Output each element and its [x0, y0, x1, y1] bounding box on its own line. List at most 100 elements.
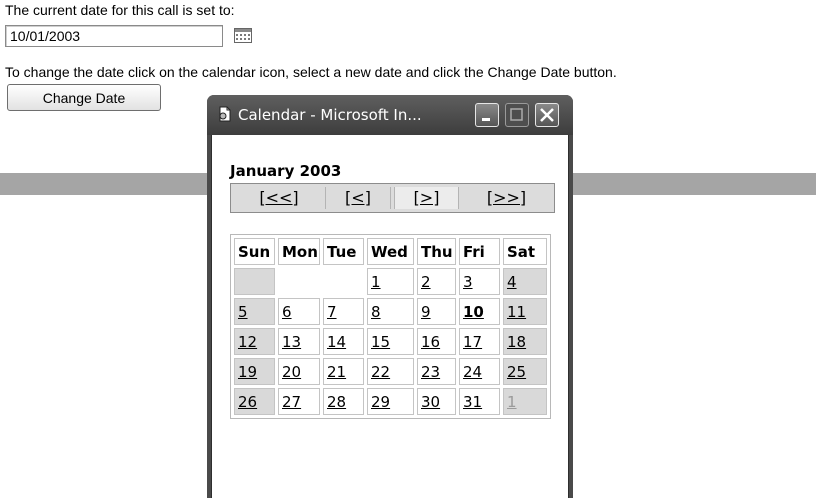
- close-button[interactable]: [535, 103, 559, 127]
- day-link[interactable]: 14: [327, 333, 346, 351]
- day-link[interactable]: 20: [282, 363, 301, 381]
- day-link[interactable]: 31: [463, 393, 482, 411]
- day-link[interactable]: 13: [282, 333, 301, 351]
- calendar-day-cell[interactable]: 10: [459, 298, 500, 325]
- day-link[interactable]: 28: [327, 393, 346, 411]
- day-link[interactable]: 8: [371, 303, 381, 321]
- calendar-week-row: 5 6 7 8 9 10 11: [234, 298, 547, 325]
- calendar-day-cell[interactable]: 29: [367, 388, 414, 415]
- day-link[interactable]: 3: [463, 273, 473, 291]
- prev-month-link[interactable]: [<]: [326, 187, 391, 209]
- day-link[interactable]: 30: [421, 393, 440, 411]
- calendar-day-cell[interactable]: 27: [278, 388, 320, 415]
- day-link[interactable]: 26: [238, 393, 257, 411]
- day-link[interactable]: 23: [421, 363, 440, 381]
- calendar-day-cell[interactable]: 24: [459, 358, 500, 385]
- date-field[interactable]: [5, 25, 223, 47]
- calendar-icon[interactable]: [234, 28, 252, 43]
- calendar-day-cell[interactable]: 1: [367, 268, 414, 295]
- calendar-day-cell[interactable]: 16: [417, 328, 456, 355]
- day-link[interactable]: 24: [463, 363, 482, 381]
- calendar-day-cell[interactable]: 4: [503, 268, 547, 295]
- month-navigation: [<<] [<] [>] [>>]: [230, 183, 555, 213]
- calendar-day-cell[interactable]: 15: [367, 328, 414, 355]
- calendar-content: January 2003 [<<] [<] [>] [>>] Sun Mon Tue…: [211, 135, 569, 498]
- calendar-day-cell[interactable]: 6: [278, 298, 320, 325]
- weekday-header: Thu: [417, 238, 456, 265]
- day-link[interactable]: 16: [421, 333, 440, 351]
- weekday-header: Tue: [323, 238, 364, 265]
- calendar-day-cell[interactable]: 26: [234, 388, 275, 415]
- calendar-day-cell[interactable]: 18: [503, 328, 547, 355]
- window-titlebar[interactable]: Calendar - Microsoft In...: [207, 95, 573, 135]
- day-link[interactable]: 22: [371, 363, 390, 381]
- day-link[interactable]: 21: [327, 363, 346, 381]
- calendar-day-cell[interactable]: 12: [234, 328, 275, 355]
- calendar-day-cell[interactable]: 30: [417, 388, 456, 415]
- day-link[interactable]: 7: [327, 303, 337, 321]
- calendar-day-cell[interactable]: 23: [417, 358, 456, 385]
- calendar-day-cell[interactable]: 20: [278, 358, 320, 385]
- day-link[interactable]: 6: [282, 303, 292, 321]
- browser-page-icon: [217, 106, 233, 122]
- weekday-header: Mon: [278, 238, 320, 265]
- change-date-button[interactable]: Change Date: [7, 84, 161, 111]
- day-link[interactable]: 19: [238, 363, 257, 381]
- calendar-day-cell[interactable]: 1: [503, 388, 547, 415]
- calendar-day-cell[interactable]: 31: [459, 388, 500, 415]
- day-link[interactable]: 4: [507, 273, 517, 291]
- calendar-day-cell[interactable]: 22: [367, 358, 414, 385]
- calendar-day-cell[interactable]: 8: [367, 298, 414, 325]
- calendar-day-cell[interactable]: 14: [323, 328, 364, 355]
- calendar-grid: Sun Mon Tue Wed Thu Fri Sat 1 2 3 4 5 6 7 8 9 10 11 12 13 1…: [230, 234, 551, 419]
- weekday-header: Fri: [459, 238, 500, 265]
- calendar-day-cell[interactable]: 5: [234, 298, 275, 325]
- window-title: Calendar - Microsoft In...: [238, 106, 422, 124]
- weekday-header: Sun: [234, 238, 275, 265]
- prev-year-link[interactable]: [<<]: [233, 187, 326, 209]
- maximize-icon: [510, 108, 523, 121]
- day-link[interactable]: 12: [238, 333, 257, 351]
- day-link[interactable]: 9: [421, 303, 431, 321]
- calendar-day-cell[interactable]: 25: [503, 358, 547, 385]
- next-year-link[interactable]: [>>]: [461, 187, 552, 209]
- minimize-button[interactable]: [475, 103, 499, 127]
- day-link[interactable]: 15: [371, 333, 390, 351]
- calendar-day-cell: [278, 268, 320, 295]
- calendar-day-cell[interactable]: 28: [323, 388, 364, 415]
- weekday-header: Sat: [503, 238, 547, 265]
- calendar-day-cell: [234, 268, 275, 295]
- date-prompt-label: The current date for this call is set to…: [5, 2, 235, 18]
- divider-bar-left: [0, 173, 210, 195]
- calendar-day-cell: [323, 268, 364, 295]
- calendar-day-cell[interactable]: 2: [417, 268, 456, 295]
- close-icon: [540, 108, 554, 122]
- calendar-day-cell[interactable]: 9: [417, 298, 456, 325]
- calendar-day-cell[interactable]: 3: [459, 268, 500, 295]
- day-link[interactable]: 1: [507, 393, 517, 411]
- day-link[interactable]: 29: [371, 393, 390, 411]
- day-link[interactable]: 27: [282, 393, 301, 411]
- month-year-title: January 2003: [230, 162, 342, 180]
- calendar-week-row: 19 20 21 22 23 24 25: [234, 358, 547, 385]
- day-link[interactable]: 18: [507, 333, 526, 351]
- calendar-day-cell[interactable]: 13: [278, 328, 320, 355]
- calendar-day-cell[interactable]: 7: [323, 298, 364, 325]
- calendar-day-cell[interactable]: 21: [323, 358, 364, 385]
- weekday-header: Wed: [367, 238, 414, 265]
- minimize-icon: [482, 118, 490, 121]
- maximize-button[interactable]: [505, 103, 529, 127]
- next-month-link[interactable]: [>]: [394, 187, 459, 209]
- day-link[interactable]: 17: [463, 333, 482, 351]
- day-link[interactable]: 2: [421, 273, 431, 291]
- calendar-day-cell[interactable]: 11: [503, 298, 547, 325]
- day-link[interactable]: 5: [238, 303, 248, 321]
- instruction-text: To change the date click on the calendar…: [5, 64, 617, 80]
- calendar-popup-window: Calendar - Microsoft In... January 2003 …: [207, 95, 573, 498]
- calendar-day-cell[interactable]: 17: [459, 328, 500, 355]
- day-link[interactable]: 10: [463, 303, 484, 321]
- day-link[interactable]: 11: [507, 303, 526, 321]
- day-link[interactable]: 25: [507, 363, 526, 381]
- day-link[interactable]: 1: [371, 273, 381, 291]
- calendar-day-cell[interactable]: 19: [234, 358, 275, 385]
